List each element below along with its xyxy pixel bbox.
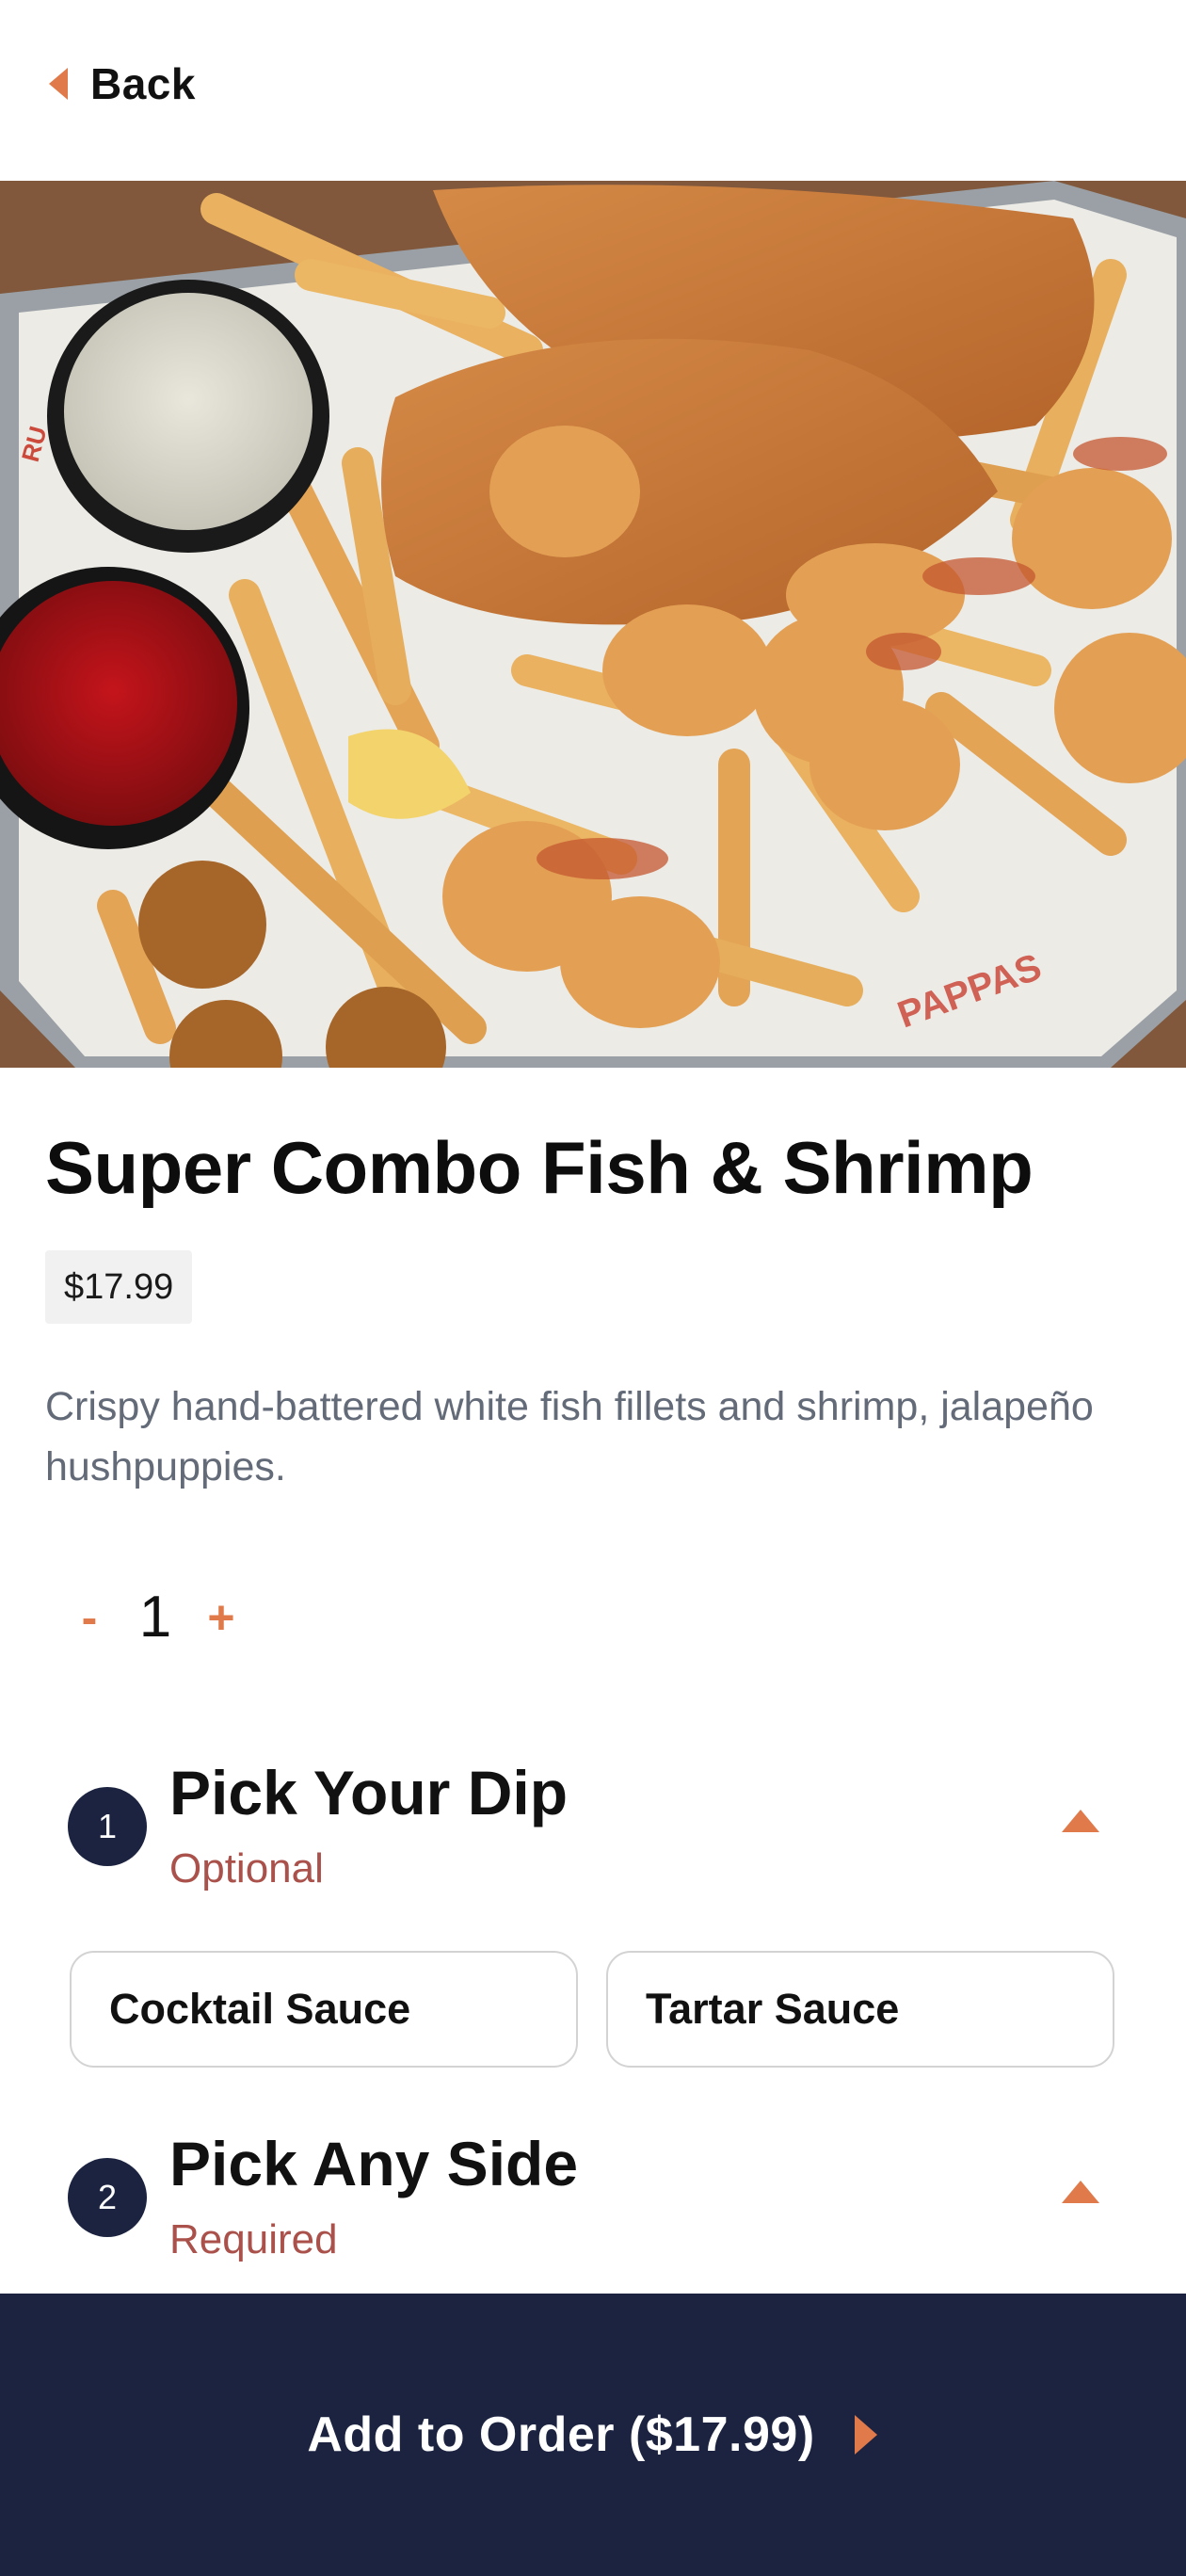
item-description: Crispy hand-battered white fish fillets …: [45, 1384, 1094, 1489]
back-label: Back: [90, 59, 196, 108]
add-to-order-label: Add to Order ($17.99): [307, 2407, 815, 2462]
chevron-left-icon: [49, 68, 68, 100]
price-value: $17.99: [64, 1266, 174, 1307]
step-number-badge: 2: [68, 2158, 147, 2237]
option-label: Tartar Sauce: [646, 1985, 900, 2033]
section-title: Pick Your Dip: [169, 1758, 569, 1827]
back-button[interactable]: Back: [45, 58, 196, 109]
option-cocktail-sauce[interactable]: Cocktail Sauce: [70, 1951, 578, 2068]
chevron-right-icon: [854, 2415, 877, 2455]
step-number-badge: 1: [68, 1787, 147, 1866]
item-title: Super Combo Fish & Shrimp: [45, 1126, 1034, 1209]
decrease-quantity-button[interactable]: -: [66, 1590, 113, 1645]
section-title: Pick Any Side: [169, 2129, 579, 2198]
section-requirement: Required: [169, 2216, 338, 2262]
quantity-stepper: - 1 +: [66, 1584, 245, 1650]
hero-food-photo: RU PAPPAS: [0, 181, 1186, 1068]
caret-up-icon[interactable]: [1062, 1810, 1099, 1832]
section-pick-your-dip-header[interactable]: 1 Pick Your Dip Optional: [0, 1757, 1186, 1898]
option-label: Cocktail Sauce: [109, 1985, 411, 2033]
header: Back: [0, 0, 1186, 181]
dip-options: Cocktail Sauce Tartar Sauce: [70, 1951, 1114, 2068]
item-detail-screen: Back RU PAPPAS Super Combo Fish & Shrimp…: [0, 0, 1186, 2576]
quantity-value: 1: [138, 1585, 172, 1650]
step-number: 2: [97, 2178, 118, 2216]
section-pick-any-side-header[interactable]: 2 Pick Any Side Required: [0, 2128, 1186, 2269]
caret-up-icon[interactable]: [1062, 2181, 1099, 2203]
section-requirement: Optional: [169, 1845, 324, 1892]
add-to-order-button[interactable]: Add to Order ($17.99): [0, 2294, 1186, 2576]
increase-quantity-button[interactable]: +: [198, 1590, 245, 1645]
food-illustration: RU PAPPAS: [0, 181, 1186, 1068]
step-number: 1: [97, 1807, 118, 1845]
price-badge: $17.99: [45, 1250, 193, 1324]
option-tartar-sauce[interactable]: Tartar Sauce: [606, 1951, 1114, 2068]
